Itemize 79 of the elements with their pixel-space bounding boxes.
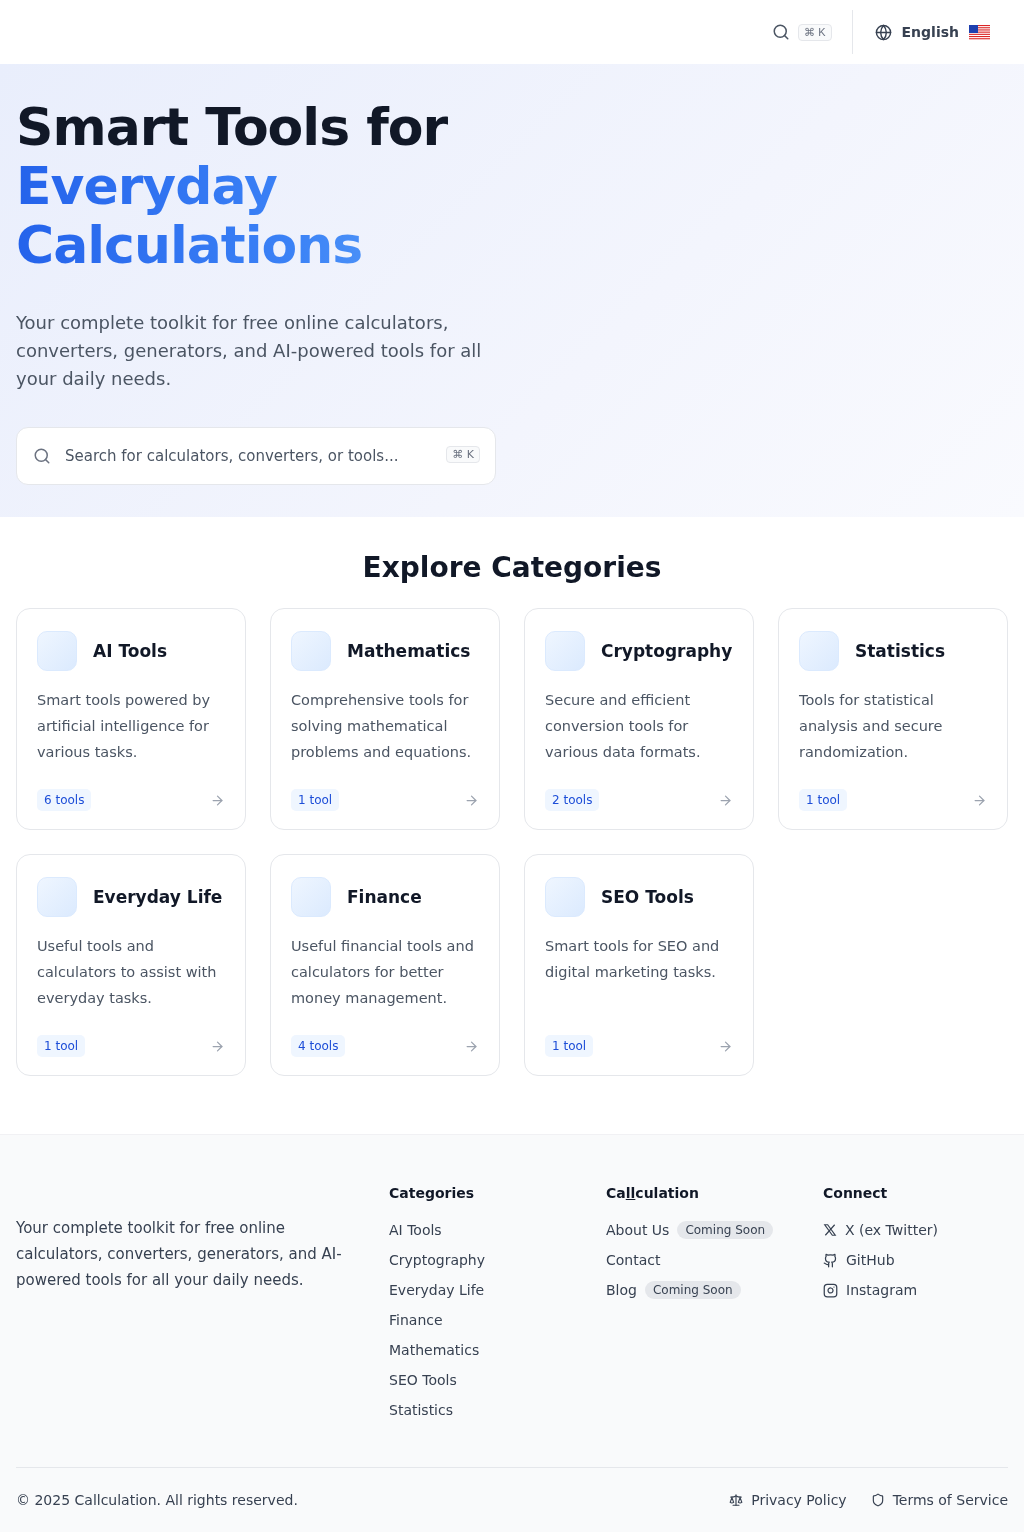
tool-count: 1 tool — [545, 1035, 594, 1057]
tool-count: 1 tool — [291, 789, 340, 811]
search-button[interactable]: ⌘ K — [768, 19, 836, 45]
hero-subtitle: Your complete toolkit for free online calculators, converters, generators, and AI-powered tools for all your daily needs. — [16, 311, 483, 391]
footer-link[interactable]: X (ex Twitter) — [823, 1222, 938, 1238]
category-title: AI Tools — [93, 641, 168, 661]
category-icon — [799, 631, 839, 671]
legal-link[interactable]: Privacy Policy — [729, 1492, 847, 1508]
github-icon — [823, 1252, 838, 1268]
category-title: Mathematics — [347, 641, 471, 661]
tool-count: 2 tools — [545, 789, 600, 811]
legal-link[interactable]: Terms of Service — [870, 1492, 1008, 1508]
category-description: Useful financial tools and calculators for better money management. — [291, 937, 475, 1008]
category-title: Finance — [347, 887, 422, 907]
shortcut-hint: ⌘ K — [446, 446, 480, 463]
column-title: Categories — [389, 1185, 476, 1201]
footer-link[interactable]: AI Tools — [389, 1222, 442, 1238]
column-title: Callculation — [606, 1185, 700, 1201]
category-title: Everyday Life — [93, 887, 223, 907]
tool-count: 4 tools — [291, 1035, 346, 1057]
category-icon — [291, 877, 331, 917]
category-description: Useful tools and calculators to assist with everyday tasks. — [37, 937, 218, 1008]
category-icon — [37, 631, 77, 671]
footer-link[interactable]: Finance — [389, 1312, 443, 1328]
arrow-icon — [464, 792, 479, 808]
globe-icon — [874, 23, 892, 41]
footer-link[interactable]: About Us — [606, 1222, 670, 1238]
arrow-icon — [972, 792, 987, 808]
category-icon — [545, 631, 585, 671]
category-description: Smart tools for SEO and digital marketing tasks. — [545, 937, 721, 982]
category-card[interactable]: Finance Useful financial tools and calculators for better money management. 4 tools — [270, 854, 500, 1076]
footer-link[interactable]: Blog — [606, 1282, 637, 1298]
arrow-icon — [718, 792, 733, 808]
section-title: Explore Categories — [361, 551, 663, 584]
arrow-icon — [464, 1038, 479, 1054]
scale-icon — [729, 1493, 744, 1507]
shortcut-hint: ⌘ K — [798, 23, 832, 41]
category-title: SEO Tools — [601, 887, 694, 907]
category-card[interactable]: AI Tools Smart tools powered by artificial intelligence for various tasks. 6 tools — [16, 608, 246, 830]
shield-icon — [870, 1493, 885, 1507]
footer-tagline: Your complete toolkit for free online calculators, converters, generators, and AI-powered tools for all your daily needs. — [16, 1218, 343, 1291]
category-icon — [291, 631, 331, 671]
arrow-icon — [210, 792, 225, 808]
tool-count: 1 tool — [37, 1035, 86, 1057]
hero-title: Smart Tools for Everyday Calculations — [16, 98, 1008, 275]
category-icon — [37, 877, 77, 917]
category-card[interactable]: Everyday Life Useful tools and calculators to assist with everyday tasks. 1 tool — [16, 854, 246, 1076]
coming-soon-tag: Coming Soon — [677, 1221, 774, 1239]
footer-link[interactable]: GitHub — [823, 1252, 895, 1268]
footer-link[interactable]: Mathematics — [389, 1342, 480, 1358]
category-card[interactable]: Statistics Tools for statistical analysis and secure randomization. 1 tool — [778, 608, 1008, 830]
arrow-icon — [718, 1038, 733, 1054]
category-card[interactable]: SEO Tools Smart tools for SEO and digital marketing tasks. 1 tool — [524, 854, 754, 1076]
search-icon — [772, 23, 791, 41]
coming-soon-tag: Coming Soon — [644, 1281, 741, 1299]
footer-link[interactable]: Everyday Life — [389, 1282, 485, 1298]
instagram-icon — [823, 1282, 838, 1298]
category-card[interactable]: Cryptography Secure and efficient conversion tools for various data formats. 2 tools — [524, 608, 754, 830]
arrow-icon — [210, 1038, 225, 1054]
category-title: Cryptography — [601, 641, 733, 661]
category-description: Comprehensive tools for solving mathematical problems and equations. — [291, 691, 473, 762]
column-title: Connect — [823, 1185, 889, 1201]
footer-link[interactable]: Statistics — [389, 1402, 453, 1418]
category-title: Statistics — [855, 641, 946, 661]
footer-link[interactable]: Cryptography — [389, 1252, 486, 1268]
tool-count: 6 tools — [37, 789, 92, 811]
category-description: Tools for statistical analysis and secure randomization. — [799, 691, 944, 762]
copyright: © 2025 Callculation. All rights reserved. — [16, 1492, 298, 1508]
footer-link[interactable]: SEO Tools — [389, 1372, 457, 1388]
tool-count: 1 tool — [799, 789, 848, 811]
category-icon — [545, 877, 585, 917]
x-logo-icon — [823, 1223, 837, 1237]
language-selector[interactable]: English — [868, 22, 996, 42]
footer-link[interactable]: Instagram — [823, 1282, 918, 1298]
category-description: Smart tools powered by artificial intelligence for various tasks. — [37, 691, 212, 762]
footer-link[interactable]: Contact — [606, 1252, 661, 1268]
category-card[interactable]: Mathematics Comprehensive tools for solving mathematical problems and equations. 1 tool — [270, 608, 500, 830]
category-description: Secure and efficient conversion tools for various data formats. — [545, 691, 702, 762]
flag-icon — [969, 24, 990, 40]
